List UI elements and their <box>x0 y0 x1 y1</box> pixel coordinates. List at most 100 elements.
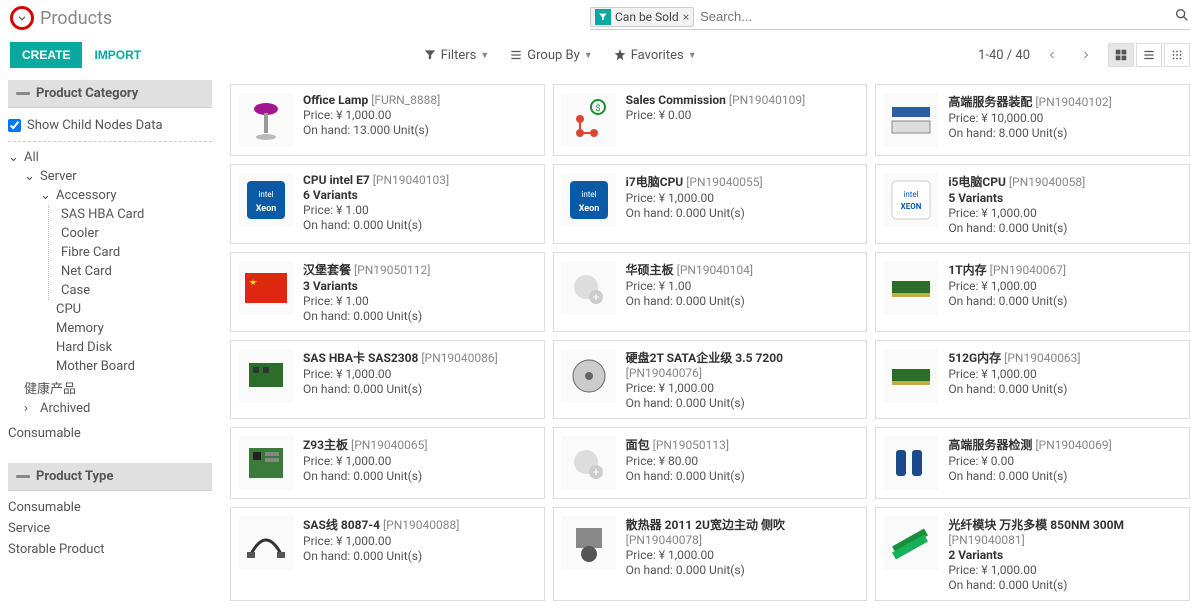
tree-leaf[interactable]: Net Card <box>49 262 212 281</box>
favorites-dropdown[interactable]: Favorites▼ <box>613 48 697 63</box>
card-thumb <box>239 349 293 403</box>
card-thumb <box>239 261 293 315</box>
card-thumb <box>562 436 616 490</box>
product-card[interactable]: SAS HBA卡 SAS2308 [PN19040086]Price: ¥ 1,… <box>230 340 545 419</box>
product-card[interactable]: 散热器 2011 2U宽边主动 侧吹 [PN19040078]Price: ¥ … <box>553 507 868 601</box>
search-bar[interactable]: Can be Sold × <box>590 7 1190 30</box>
tree-leaf[interactable]: SAS HBA Card <box>49 205 212 224</box>
card-title: Sales Commission [PN19040109] <box>626 93 859 107</box>
tree-node[interactable]: CPU <box>8 300 212 319</box>
tree-accessory[interactable]: ⌄Accessory <box>8 186 212 205</box>
product-card[interactable]: 512G内存 [PN19040063]Price: ¥ 1,000.00On h… <box>875 340 1190 419</box>
breadcrumb-toggle[interactable] <box>10 6 34 30</box>
groupby-dropdown[interactable]: Group By▼ <box>509 48 592 63</box>
card-price: Price: ¥ 1,000.00 <box>303 108 536 122</box>
collapse-icon[interactable] <box>16 92 30 95</box>
filter-tag-label: Can be Sold <box>615 10 679 24</box>
card-title: 散热器 2011 2U宽边主动 侧吹 [PN19040078] <box>626 516 859 547</box>
filters-dropdown[interactable]: Filters▼ <box>423 48 490 63</box>
product-card[interactable]: 华硕主板 [PN19040104]Price: ¥ 1.00On hand: 0… <box>553 252 868 332</box>
product-card[interactable]: Sales Commission [PN19040109]Price: ¥ 0.… <box>553 84 868 156</box>
tree-node[interactable]: Memory <box>8 319 212 338</box>
card-title: 汉堡套餐 [PN19050112] <box>303 261 536 278</box>
card-title: 1T内存 [PN19040067] <box>948 261 1181 278</box>
tree-server[interactable]: ⌄Server <box>8 167 212 186</box>
card-price: Price: ¥ 1,000.00 <box>948 206 1181 220</box>
tree-archived[interactable]: ›Archived <box>8 399 212 418</box>
import-button[interactable]: IMPORT <box>94 48 141 62</box>
tree-node[interactable]: Hard Disk <box>8 338 212 357</box>
card-price: Price: ¥ 1.00 <box>303 294 536 308</box>
card-thumb <box>562 173 616 227</box>
product-card[interactable]: i5电脑CPU [PN19040058]5 VariantsPrice: ¥ 1… <box>875 164 1190 244</box>
remove-filter-icon[interactable]: × <box>683 10 689 24</box>
tree-consumable[interactable]: Consumable <box>8 424 212 443</box>
product-card[interactable]: 硬盘2T SATA企业级 3.5 7200 [PN19040076]Price:… <box>553 340 868 419</box>
sidebar-type-header: Product Type <box>8 463 212 491</box>
card-onhand: On hand: 0.000 Unit(s) <box>948 578 1181 592</box>
show-children-checkbox[interactable]: Show Child Nodes Data <box>8 114 212 142</box>
pager-text: 1-40 / 40 <box>978 48 1030 63</box>
product-card[interactable]: 汉堡套餐 [PN19050112]3 VariantsPrice: ¥ 1.00… <box>230 252 545 332</box>
product-card[interactable]: SAS线 8087-4 [PN19040088]Price: ¥ 1,000.0… <box>230 507 545 601</box>
card-price: Price: ¥ 1.00 <box>626 279 859 293</box>
product-card[interactable]: Z93主板 [PN19040065]Price: ¥ 1,000.00On ha… <box>230 427 545 499</box>
card-price: Price: ¥ 1,000.00 <box>626 548 859 562</box>
card-thumb <box>884 349 938 403</box>
kanban-icon <box>1114 48 1128 62</box>
tree-leaf[interactable]: Fibre Card <box>49 243 212 262</box>
card-onhand: On hand: 0.000 Unit(s) <box>626 294 859 308</box>
tree-all[interactable]: ⌄All <box>8 148 212 167</box>
tree-leaf[interactable]: Case <box>49 281 212 300</box>
view-grid[interactable] <box>1164 43 1190 67</box>
card-onhand: On hand: 0.000 Unit(s) <box>948 294 1181 308</box>
card-thumb <box>884 93 938 147</box>
card-price: Price: ¥ 0.00 <box>626 108 859 122</box>
pager-next[interactable] <box>1074 43 1098 67</box>
card-title: 光纤模块 万兆多模 850NM 300M [PN19040081] <box>948 516 1181 547</box>
funnel-icon <box>423 48 437 62</box>
active-filter-tag[interactable]: Can be Sold × <box>590 7 694 27</box>
card-onhand: On hand: 0.000 Unit(s) <box>303 549 536 563</box>
create-button[interactable]: CREATE <box>10 42 82 68</box>
product-card[interactable]: i7电脑CPU [PN19040055]Price: ¥ 1,000.00On … <box>553 164 868 244</box>
sidebar-category-header: Product Category <box>8 80 212 108</box>
view-kanban[interactable] <box>1108 43 1134 67</box>
card-thumb <box>562 349 616 403</box>
card-onhand: On hand: 0.000 Unit(s) <box>948 382 1181 396</box>
product-card[interactable]: 高端服务器检测 [PN19040069]Price: ¥ 0.00On hand… <box>875 427 1190 499</box>
product-card[interactable]: Office Lamp [FURN_8888]Price: ¥ 1,000.00… <box>230 84 545 156</box>
collapse-icon[interactable] <box>16 475 30 478</box>
card-variants: 2 Variants <box>948 548 1181 562</box>
card-price: Price: ¥ 0.00 <box>948 454 1181 468</box>
product-card[interactable]: 光纤模块 万兆多模 850NM 300M [PN19040081]2 Varia… <box>875 507 1190 601</box>
product-card[interactable]: CPU intel E7 [PN19040103]6 VariantsPrice… <box>230 164 545 244</box>
tree-node[interactable]: Mother Board <box>8 357 212 376</box>
card-price: Price: ¥ 80.00 <box>626 454 859 468</box>
card-onhand: On hand: 13.000 Unit(s) <box>303 123 536 137</box>
product-card[interactable]: 高端服务器装配 [PN19040102]Price: ¥ 10,000.00On… <box>875 84 1190 156</box>
product-card[interactable]: 面包 [PN19050113]Price: ¥ 80.00On hand: 0.… <box>553 427 868 499</box>
card-thumb <box>239 516 293 570</box>
search-input[interactable] <box>700 9 1166 24</box>
funnel-icon <box>595 9 611 25</box>
card-price: Price: ¥ 1,000.00 <box>626 191 859 205</box>
tree-node[interactable]: 健康产品 <box>8 376 212 399</box>
search-icon[interactable] <box>1174 7 1190 27</box>
product-type-item[interactable]: Service <box>8 518 212 539</box>
pager-prev[interactable] <box>1040 43 1064 67</box>
product-card[interactable]: 1T内存 [PN19040067]Price: ¥ 1,000.00On han… <box>875 252 1190 332</box>
card-price: Price: ¥ 10,000.00 <box>948 111 1181 125</box>
tree-leaf[interactable]: Cooler <box>49 224 212 243</box>
card-title: SAS HBA卡 SAS2308 [PN19040086] <box>303 349 536 366</box>
card-thumb <box>884 261 938 315</box>
card-onhand: On hand: 0.000 Unit(s) <box>626 206 859 220</box>
card-thumb <box>884 516 938 570</box>
card-onhand: On hand: 0.000 Unit(s) <box>626 563 859 577</box>
card-title: CPU intel E7 [PN19040103] <box>303 173 536 187</box>
card-onhand: On hand: 0.000 Unit(s) <box>948 221 1181 235</box>
product-type-item[interactable]: Storable Product <box>8 539 212 560</box>
product-type-item[interactable]: Consumable <box>8 497 212 518</box>
view-list[interactable] <box>1136 43 1162 67</box>
card-thumb <box>884 173 938 227</box>
